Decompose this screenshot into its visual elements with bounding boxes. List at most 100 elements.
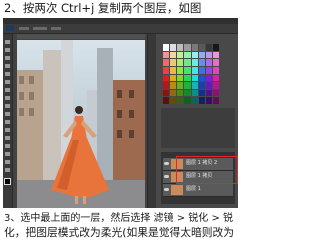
blur-tool-icon[interactable]	[5, 136, 10, 140]
color-swatch[interactable]	[177, 66, 184, 74]
photo-woman-orange-dress	[17, 40, 145, 208]
color-swatch[interactable]	[212, 74, 219, 82]
color-swatch[interactable]	[191, 66, 198, 74]
window	[117, 90, 122, 98]
color-swatch[interactable]	[184, 97, 191, 104]
layer-row[interactable]: 图层 1	[163, 184, 233, 197]
panel-icon-strip[interactable]	[147, 34, 156, 208]
color-swatch[interactable]	[212, 97, 219, 104]
foreground-color-swatch[interactable]	[4, 178, 11, 185]
photoshop-logo-icon	[6, 25, 14, 31]
quick-select-tool-icon[interactable]	[5, 64, 10, 68]
color-swatch[interactable]	[198, 66, 205, 74]
color-swatch[interactable]	[163, 97, 170, 104]
color-swatch[interactable]	[205, 59, 212, 66]
document-tab[interactable]	[17, 34, 145, 39]
window	[29, 92, 34, 100]
color-swatch[interactable]	[191, 59, 198, 66]
color-swatch[interactable]	[163, 82, 170, 89]
color-swatch[interactable]	[198, 74, 205, 82]
color-swatch[interactable]	[205, 44, 212, 51]
clone-stamp-tool-icon[interactable]	[5, 104, 10, 108]
history-brush-tool-icon[interactable]	[5, 112, 10, 116]
color-swatch[interactable]	[177, 51, 184, 59]
color-swatch[interactable]	[198, 82, 205, 89]
color-swatch[interactable]	[184, 89, 191, 97]
option-segment[interactable]	[51, 27, 61, 30]
gradient-tool-icon[interactable]	[5, 128, 10, 132]
color-swatch[interactable]	[170, 44, 177, 51]
color-swatch[interactable]	[184, 51, 191, 59]
visibility-eye-icon[interactable]	[164, 188, 169, 191]
healing-brush-tool-icon[interactable]	[5, 88, 10, 92]
visibility-eye-icon[interactable]	[164, 175, 169, 178]
option-segment[interactable]	[33, 27, 47, 30]
color-swatch[interactable]	[212, 89, 219, 97]
color-swatch[interactable]	[205, 74, 212, 82]
color-swatch[interactable]	[177, 74, 184, 82]
marquee-tool-icon[interactable]	[5, 48, 10, 52]
color-swatch[interactable]	[205, 82, 212, 89]
color-swatch[interactable]	[184, 82, 191, 89]
color-swatch[interactable]	[163, 74, 170, 82]
eyedropper-tool-icon[interactable]	[5, 80, 10, 84]
type-tool-icon[interactable]	[5, 160, 10, 164]
color-swatch[interactable]	[205, 51, 212, 59]
color-swatch[interactable]	[163, 66, 170, 74]
color-swatch[interactable]	[198, 59, 205, 66]
color-swatch[interactable]	[163, 59, 170, 66]
color-swatch[interactable]	[184, 44, 191, 51]
caption-bottom-line-1: 3、选中最上面的一层，然后选择 滤镜 > 锐化 > 锐	[4, 213, 234, 224]
color-swatch[interactable]	[184, 66, 191, 74]
color-swatch[interactable]	[198, 89, 205, 97]
color-swatch[interactable]	[205, 89, 212, 97]
color-swatch[interactable]	[170, 82, 177, 89]
color-swatch[interactable]	[212, 59, 219, 66]
color-swatch[interactable]	[170, 51, 177, 59]
dodge-tool-icon[interactable]	[5, 144, 10, 148]
color-swatch[interactable]	[191, 97, 198, 104]
move-tool-icon[interactable]	[5, 40, 10, 44]
color-swatch[interactable]	[177, 89, 184, 97]
color-swatch[interactable]	[163, 44, 170, 51]
visibility-eye-icon[interactable]	[164, 162, 169, 165]
crop-tool-icon[interactable]	[5, 72, 10, 76]
option-segment[interactable]	[19, 27, 29, 30]
color-swatch[interactable]	[198, 51, 205, 59]
color-swatch[interactable]	[184, 74, 191, 82]
color-swatch[interactable]	[184, 59, 191, 66]
color-swatch[interactable]	[198, 97, 205, 104]
color-swatch[interactable]	[191, 89, 198, 97]
color-swatch[interactable]	[212, 82, 219, 89]
eraser-tool-icon[interactable]	[5, 120, 10, 124]
swatches-panel[interactable]	[163, 44, 219, 104]
color-swatch[interactable]	[205, 97, 212, 104]
color-swatch[interactable]	[191, 51, 198, 59]
color-swatch[interactable]	[163, 51, 170, 59]
highlight-box	[176, 156, 238, 184]
color-swatch[interactable]	[170, 89, 177, 97]
pen-tool-icon[interactable]	[5, 152, 10, 156]
color-swatch[interactable]	[205, 66, 212, 74]
color-swatch[interactable]	[170, 66, 177, 74]
color-swatch[interactable]	[170, 59, 177, 66]
color-swatch[interactable]	[198, 44, 205, 51]
color-swatch[interactable]	[191, 44, 198, 51]
color-swatch[interactable]	[177, 82, 184, 89]
image-canvas[interactable]	[17, 40, 145, 208]
color-swatch[interactable]	[163, 89, 170, 97]
hand-tool-icon[interactable]	[5, 168, 10, 172]
color-swatch[interactable]	[212, 51, 219, 59]
lasso-tool-icon[interactable]	[5, 56, 10, 60]
color-swatch[interactable]	[191, 82, 198, 89]
color-swatch[interactable]	[177, 59, 184, 66]
color-swatch[interactable]	[212, 66, 219, 74]
brush-tool-icon[interactable]	[5, 96, 10, 100]
color-swatch[interactable]	[191, 74, 198, 82]
color-swatch[interactable]	[170, 74, 177, 82]
color-swatch[interactable]	[177, 44, 184, 51]
color-swatch[interactable]	[177, 97, 184, 104]
color-swatch[interactable]	[170, 97, 177, 104]
adjustments-panel[interactable]	[161, 108, 235, 148]
color-swatch[interactable]	[212, 44, 219, 51]
